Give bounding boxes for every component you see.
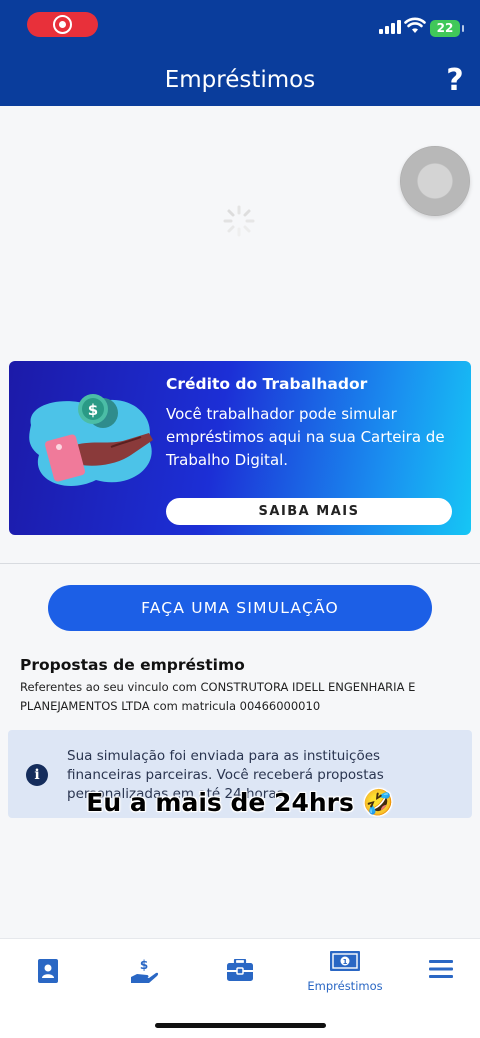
nav-label-loans: Empréstimos [307,979,383,993]
overlay-caption: Eu a mais de 24hrs 🤣 [86,788,394,817]
home-indicator[interactable] [155,1023,326,1028]
hand-money-icon: $ [131,959,159,983]
learn-more-button[interactable]: SAIBA MAIS [166,498,452,525]
nav-item-work[interactable] [192,939,288,1009]
wifi-icon [404,17,426,33]
app-header: 22 Empréstimos ? [0,0,480,106]
credit-promo-card[interactable]: $ Crédito do Trabalhador Você trabalhado… [9,361,471,535]
main-content: $ Crédito do Trabalhador Você trabalhado… [0,106,480,938]
briefcase-icon [227,959,253,981]
battery-indicator: 22 [430,20,464,37]
assistive-touch-button[interactable] [400,146,470,216]
simulation-button[interactable]: FAÇA UMA SIMULAÇÃO [48,585,432,631]
promo-title: Crédito do Trabalhador [166,375,368,393]
nav-item-menu[interactable] [393,939,480,1009]
nav-item-loans[interactable]: 1 Empréstimos [297,939,393,1009]
svg-text:$: $ [88,401,98,419]
proposals-title: Propostas de empréstimo [20,656,245,674]
svg-text:1: 1 [343,958,348,966]
svg-text:$: $ [140,959,148,972]
cellular-signal-icon [379,20,401,34]
promo-description: Você trabalhador pode simular empréstimo… [166,405,445,469]
info-icon: i [26,764,48,786]
screen-recording-indicator[interactable] [27,12,98,37]
record-icon [53,15,72,34]
nav-item-profile[interactable] [0,939,96,1009]
menu-icon [429,960,453,978]
banknote-icon: 1 [330,951,360,971]
section-divider [0,563,480,564]
loading-spinner-icon [223,205,255,237]
hand-coins-illustration-icon: $ [29,394,153,486]
page-title: Empréstimos [164,67,316,93]
nav-item-benefits[interactable]: $ [96,939,192,1009]
proposals-description: Referentes ao seu vinculo com CONSTRUTOR… [20,680,416,713]
help-button[interactable]: ? [440,64,470,98]
id-card-icon [38,959,58,983]
status-bar: 22 [0,0,480,48]
